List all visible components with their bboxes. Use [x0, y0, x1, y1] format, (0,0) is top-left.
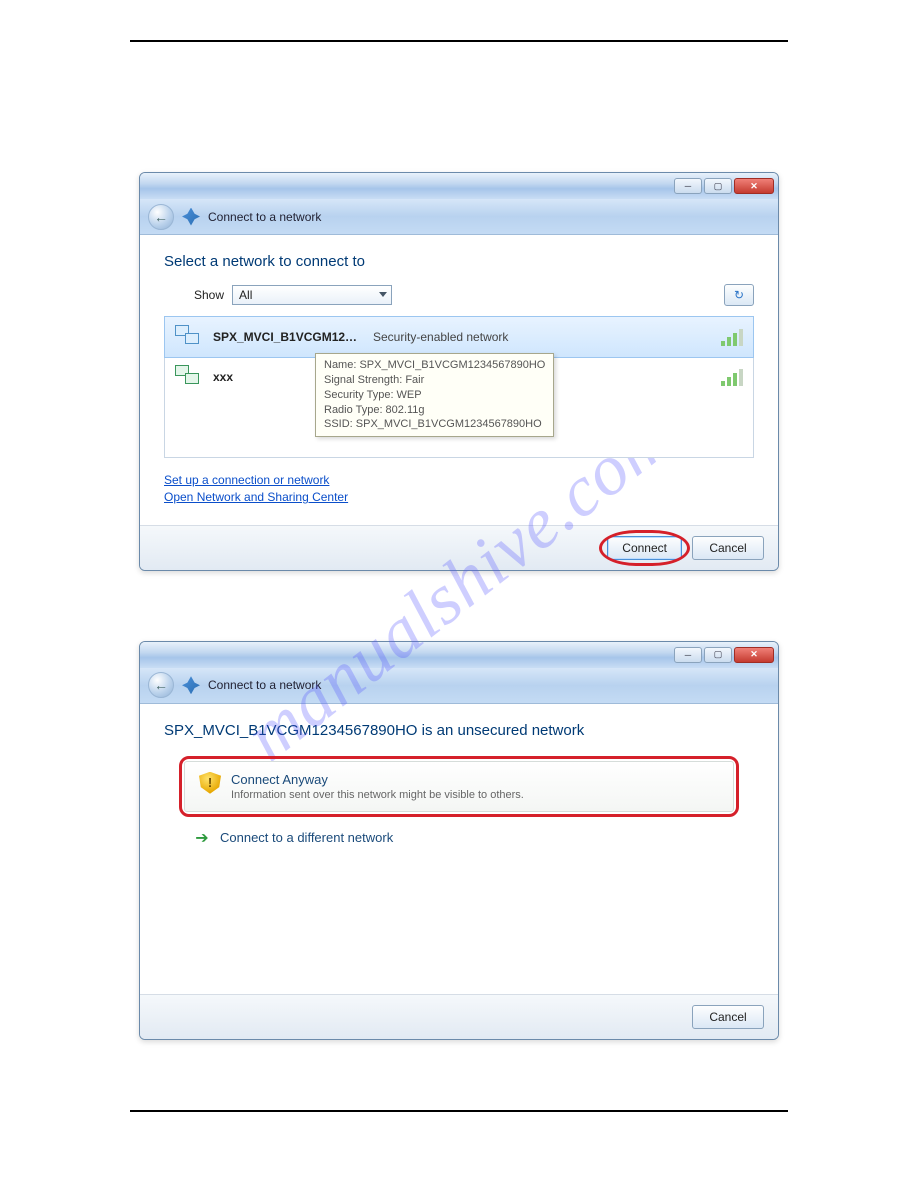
- signal-bars-icon: [721, 368, 743, 386]
- close-button[interactable]: ✕: [734, 178, 774, 194]
- titlebar: ─ ▢ ✕: [140, 173, 778, 199]
- arrow-left-icon: ←: [154, 677, 168, 693]
- option-connect-anyway[interactable]: ! Connect Anyway Information sent over t…: [184, 761, 734, 812]
- nav-strip: ← Connect to a network: [140, 668, 778, 704]
- minimize-button[interactable]: ─: [674, 647, 702, 663]
- computers-icon: [175, 365, 203, 389]
- show-filter-dropdown[interactable]: All: [232, 285, 392, 305]
- back-button[interactable]: ←: [148, 672, 174, 698]
- show-label: Show: [194, 288, 224, 302]
- arrow-left-icon: ←: [154, 209, 168, 225]
- dialog-unsecured-warning: ─ ▢ ✕ ← Connect to a network SPX_MVCI_B1…: [139, 641, 779, 1040]
- nav-title: Connect to a network: [208, 210, 321, 224]
- connect-button[interactable]: Connect: [607, 536, 682, 560]
- network-app-icon: [182, 208, 200, 226]
- option-title: Connect to a different network: [220, 830, 393, 845]
- warning-heading: SPX_MVCI_B1VCGM1234567890HO is an unsecu…: [164, 722, 754, 739]
- tooltip-line: SSID: SPX_MVCI_B1VCGM1234567890HO: [324, 417, 545, 432]
- page-heading: Select a network to connect to: [164, 253, 754, 270]
- close-button[interactable]: ✕: [734, 647, 774, 663]
- option-subtext: Information sent over this network might…: [231, 789, 524, 801]
- signal-bars-icon: [721, 328, 743, 346]
- minimize-button[interactable]: ─: [674, 178, 702, 194]
- nav-strip: ← Connect to a network: [140, 199, 778, 235]
- cancel-button[interactable]: Cancel: [692, 1005, 764, 1029]
- nav-title: Connect to a network: [208, 678, 321, 692]
- network-name: SPX_MVCI_B1VCGM12…: [213, 330, 363, 344]
- network-app-icon: [182, 676, 200, 694]
- dialog-select-network: ─ ▢ ✕ ← Connect to a network Select a ne…: [139, 172, 779, 571]
- page-rule-bottom: [130, 1110, 788, 1112]
- refresh-button[interactable]: ↻: [724, 284, 754, 306]
- computers-icon: [175, 325, 203, 349]
- option-different-network[interactable]: ➔ Connect to a different network: [194, 830, 724, 846]
- tooltip-line: Radio Type: 802.11g: [324, 403, 545, 418]
- highlight-circle: Connect: [607, 536, 682, 560]
- tooltip-line: Signal Strength: Fair: [324, 373, 545, 388]
- network-desc: Security-enabled network: [373, 330, 508, 344]
- tooltip-line: Name: SPX_MVCI_B1VCGM1234567890HO: [324, 358, 545, 373]
- network-tooltip: Name: SPX_MVCI_B1VCGM1234567890HO Signal…: [315, 353, 554, 437]
- titlebar: ─ ▢ ✕: [140, 642, 778, 668]
- arrow-right-icon: ➔: [194, 830, 210, 846]
- link-open-sharing-center[interactable]: Open Network and Sharing Center: [164, 489, 754, 506]
- network-list: SPX_MVCI_B1VCGM12… Security-enabled netw…: [164, 316, 754, 458]
- maximize-button[interactable]: ▢: [704, 647, 732, 663]
- option-title: Connect Anyway: [231, 772, 524, 787]
- dialog-footer: Connect Cancel: [140, 525, 778, 570]
- link-setup-connection[interactable]: Set up a connection or network: [164, 472, 754, 489]
- tooltip-line: Security Type: WEP: [324, 388, 545, 403]
- dialog-footer: Cancel: [140, 994, 778, 1039]
- shield-warning-icon: !: [199, 772, 221, 794]
- network-row-selected[interactable]: SPX_MVCI_B1VCGM12… Security-enabled netw…: [164, 316, 754, 358]
- cancel-button[interactable]: Cancel: [692, 536, 764, 560]
- page-rule-top: [130, 40, 788, 42]
- dropdown-value: All: [239, 288, 252, 302]
- refresh-icon: ↻: [734, 288, 744, 302]
- maximize-button[interactable]: ▢: [704, 178, 732, 194]
- back-button[interactable]: ←: [148, 204, 174, 230]
